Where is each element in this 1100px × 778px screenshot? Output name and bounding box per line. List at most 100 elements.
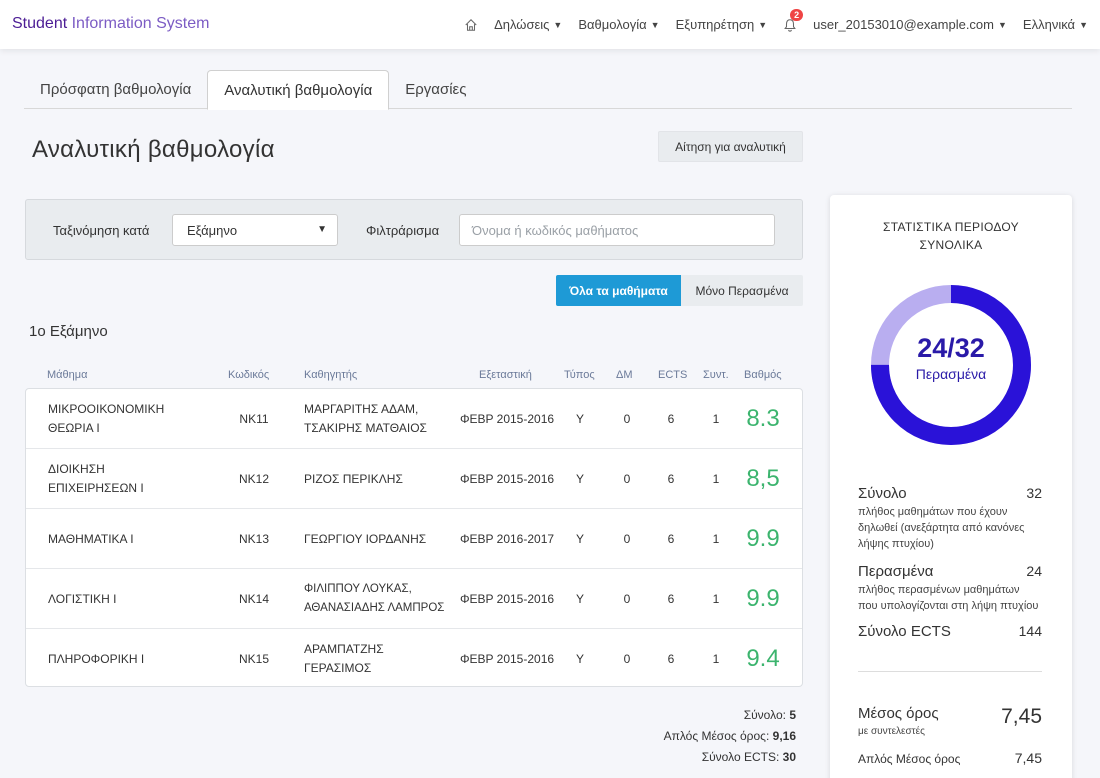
chevron-down-icon: ▼: [998, 19, 1007, 30]
table-row[interactable]: ΠΛΗΡΟΦΟΡΙΚΗ Ι NK15 ΑΡΑΜΠΑΤΖΗΣ ΓΕΡΑΣΙΜΟΣ …: [26, 629, 802, 689]
filter-panel: Ταξινόμηση κατά Εξάμηνο ▼ Φιλτράρισμα Όν…: [25, 199, 803, 260]
ects-label: Σύνολο ECTS:: [701, 750, 780, 764]
stat-passed: Περασμένα 24 πλήθος περασμένων μαθημάτων…: [858, 563, 1042, 614]
stat-total: Σύνολο 32 πλήθος μαθημάτων που έχουν δηλ…: [858, 485, 1042, 552]
course-code: NK13: [238, 532, 270, 546]
course-exam: ΦΕΒΡ 2015-2016: [459, 412, 555, 426]
weighted-avg-sub: με συντελεστές: [858, 726, 925, 737]
course-name: ΜΑΘΗΜΑΤΙΚΑ Ι: [48, 532, 134, 546]
stat-total-label: Σύνολο: [858, 485, 907, 502]
nav-menu: Δηλώσεις ▼ Βαθμολογία ▼ Εξυπηρέτηση ▼ 2 use…: [448, 0, 1088, 49]
course-code: NK11: [239, 412, 269, 426]
course-grade: 9.9: [746, 525, 780, 552]
home-icon: [465, 18, 477, 31]
stat-total-desc: πλήθος μαθημάτων που έχουν δηλωθεί (ανεξ…: [858, 506, 1025, 550]
course-grade: 9.9: [746, 585, 780, 612]
course-ects: 6: [667, 652, 675, 666]
sort-select[interactable]: Εξάμηνο ▼: [172, 214, 338, 246]
course-professor: ΜΑΡΓΑΡΙΤΗΣ ΑΔΑΜ, ΤΣΑΚΙΡΗΣ ΜΑΤΘΑΙΟΣ: [304, 402, 427, 435]
table-row[interactable]: ΔΙΟΙΚΗΣΗ ΕΠΙΧΕΙΡΗΣΕΩΝ Ι NK12 ΡΙΖΟΣ ΠΕΡΙΚ…: [26, 449, 802, 509]
stat-ects: Σύνολο ECTS 144: [858, 623, 1042, 640]
weighted-avg-value: 7,45: [1001, 705, 1042, 728]
simple-avg-label: Απλός Μέσος όρος: [858, 752, 961, 766]
course-type: Υ: [575, 652, 584, 666]
course-type: Υ: [575, 472, 584, 486]
stats-divider: [858, 671, 1042, 672]
passed-donut-chart: [871, 285, 1031, 445]
course-code: NK12: [238, 472, 270, 486]
chevron-down-icon: ▼: [553, 19, 563, 30]
all-courses-button[interactable]: Όλα τα μαθήματα: [556, 275, 681, 306]
menu-services[interactable]: Εξυπηρέτηση ▼: [676, 17, 768, 32]
header-coef[interactable]: Συντ.: [703, 369, 729, 381]
total-value: 5: [789, 708, 796, 722]
donut-value: 24/32: [917, 333, 985, 363]
weighted-avg-label: Μέσος όρος: [858, 705, 939, 722]
header-type[interactable]: Τύπος: [564, 369, 595, 381]
course-name: ΠΛΗΡΟΦΟΡΙΚΗ Ι: [48, 652, 145, 666]
total-label: Σύνολο:: [743, 708, 786, 722]
avg-value: 9,16: [772, 729, 796, 743]
notifications-button[interactable]: 2: [783, 8, 804, 32]
header-professor[interactable]: Καθηγητής: [304, 369, 357, 381]
course-code: NK15: [238, 652, 270, 666]
course-code: NK14: [238, 592, 270, 606]
course-grade: 9.4: [746, 645, 780, 672]
ects-value: 30: [782, 750, 796, 764]
header-course[interactable]: Μάθημα: [47, 369, 87, 381]
course-name: ΔΙΟΙΚΗΣΗ ΕΠΙΧΕΙΡΗΣΕΩΝ Ι: [48, 462, 144, 495]
course-coef: 1: [712, 412, 720, 426]
course-professor: ΦΙΛΙΠΠΟΥ ΛΟΥΚΑΣ, ΑΘΑΝΑΣΙΑΔΗΣ ΛΑΜΠΡΟΣ: [304, 583, 445, 614]
course-dm: 0: [623, 412, 631, 426]
tab-assignments[interactable]: Εργασίες: [389, 70, 482, 109]
table-row[interactable]: ΜΑΘΗΜΑΤΙΚΑ Ι NK13 ΓΕΩΡΓΙΟΥ ΙΟΡΔΑΝΗΣ ΦΕΒΡ…: [26, 509, 802, 569]
chevron-down-icon: ▼: [1079, 19, 1088, 30]
sort-label: Ταξινόμηση κατά: [53, 223, 150, 238]
sort-select-value: Εξάμηνο: [187, 222, 238, 238]
course-professor: ΡΙΖΟΣ ΠΕΡΙΚΛΗΣ: [304, 472, 403, 486]
home-link[interactable]: [464, 18, 478, 32]
request-transcript-button[interactable]: Αίτηση για αναλυτική: [658, 131, 803, 162]
stat-ects-label: Σύνολο ECTS: [858, 623, 951, 640]
course-grade: 8,5: [746, 465, 780, 492]
stats-title-line1: ΣΤΑΤΙΣΤΙΚΑ ΠΕΡΙΟΔΟΥ: [883, 220, 1019, 234]
table-row[interactable]: ΜΙΚΡΟΟΙΚΟΝΟΜΙΚΗ ΘΕΩΡΙΑ Ι NK11 ΜΑΡΓΑΡΙΤΗΣ…: [26, 389, 802, 449]
tab-recent-grades[interactable]: Πρόσφατη βαθμολογία: [24, 70, 207, 109]
stats-card: ΣΤΑΤΙΣΤΙΚΑ ΠΕΡΙΟΔΟΥ ΣΥΝΟΛΙΚΑ 24/32 Περασ…: [830, 195, 1072, 778]
header-ects[interactable]: ECTS: [658, 369, 687, 381]
stat-passed-label: Περασμένα: [858, 563, 934, 580]
course-name: ΛΟΓΙΣΤΙΚΗ Ι: [48, 592, 117, 606]
menu-declarations[interactable]: Δηλώσεις ▼: [494, 17, 562, 32]
menu-grades-label: Βαθμολογία: [578, 17, 647, 32]
course-filter-input[interactable]: Όνομα ή κωδικός μαθήματος: [459, 214, 775, 246]
stat-passed-desc: πλήθος περασμένων μαθημάτων που υπολογίζ…: [858, 584, 1039, 612]
course-type: Υ: [575, 592, 584, 606]
header-grade[interactable]: Βαθμός: [744, 369, 782, 381]
course-exam: ΦΕΒΡ 2015-2016: [459, 592, 555, 606]
table-row[interactable]: ΛΟΓΙΣΤΙΚΗ Ι NK14 ΦΙΛΙΠΠΟΥ ΛΟΥΚΑΣ, ΑΘΑΝΑΣ…: [26, 569, 802, 629]
header-code[interactable]: Κωδικός: [228, 369, 269, 381]
course-dm: 0: [623, 592, 631, 606]
top-navbar: Student Information System Δηλώσεις ▼ Βαθ…: [0, 0, 1100, 49]
stat-total-value: 32: [1026, 485, 1042, 501]
course-ects: 6: [667, 472, 675, 486]
tab-detailed-grades[interactable]: Αναλυτική βαθμολογία: [207, 70, 390, 110]
course-exam: ΦΕΒΡ 2016-2017: [459, 532, 555, 546]
notification-badge: 2: [790, 8, 804, 21]
user-menu[interactable]: user_20153010@example.com ▼: [813, 17, 1007, 32]
brand-part2: Information System: [71, 15, 210, 32]
course-name: ΜΙΚΡΟΟΙΚΟΝΟΜΙΚΗ ΘΕΩΡΙΑ Ι: [48, 402, 165, 435]
language-menu[interactable]: Ελληνικά ▼: [1023, 17, 1088, 32]
header-exam[interactable]: Εξεταστική: [479, 369, 532, 381]
stats-title: ΣΤΑΤΙΣΤΙΚΑ ΠΕΡΙΟΔΟΥ ΣΥΝΟΛΙΚΑ: [830, 218, 1072, 254]
header-dm[interactable]: ΔΜ: [616, 369, 633, 381]
menu-grades[interactable]: Βαθμολογία ▼: [578, 17, 659, 32]
passed-only-button[interactable]: Μόνο Περασμένα: [681, 275, 803, 306]
course-coef: 1: [712, 532, 720, 546]
avg-label: Απλός Μέσος όρος:: [663, 729, 770, 743]
filter-label: Φιλτράρισμα: [366, 223, 440, 238]
simple-avg-value: 7,45: [1014, 750, 1042, 766]
chevron-down-icon: ▼: [317, 224, 327, 235]
brand-logo[interactable]: Student Information System: [12, 15, 209, 33]
menu-services-label: Εξυπηρέτηση: [675, 17, 755, 32]
